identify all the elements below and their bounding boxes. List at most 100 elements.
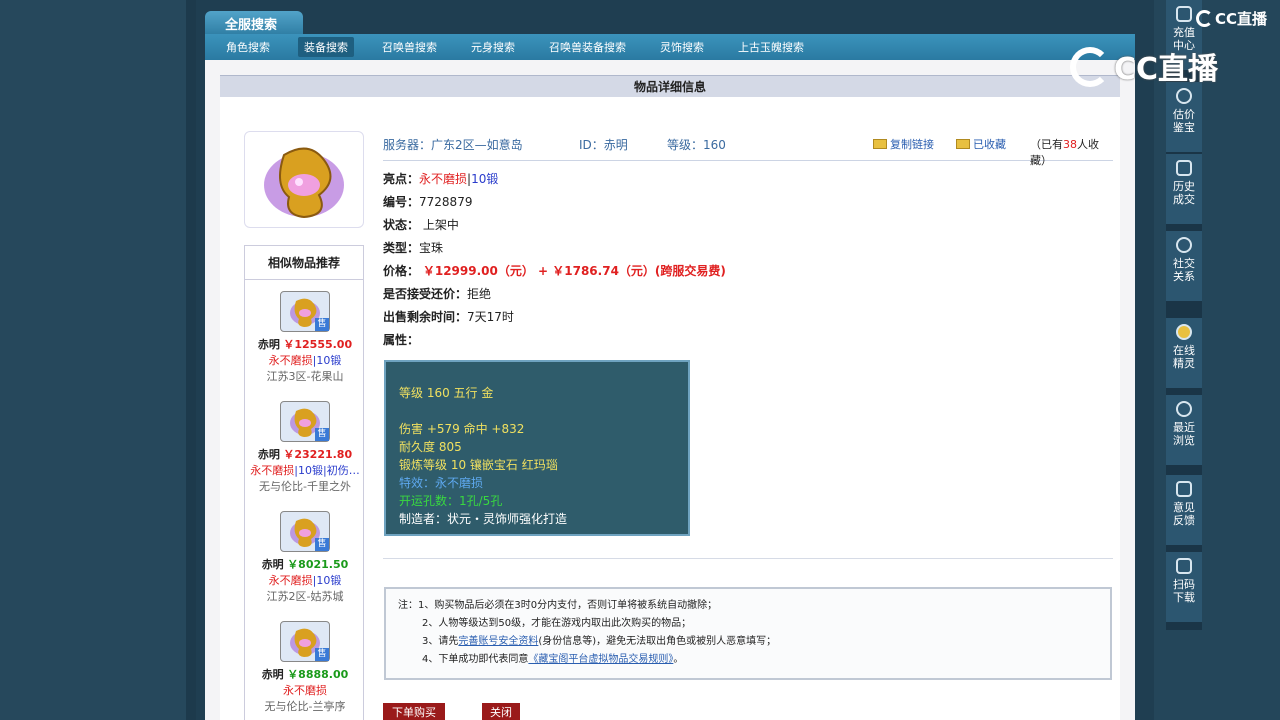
close-button[interactable]: 关闭 <box>482 703 520 720</box>
highlight-tag: 永不磨损 <box>419 172 468 186</box>
item-tag: |10锻 <box>312 354 342 367</box>
folder-icon <box>956 139 970 149</box>
number-value: 7728879 <box>419 195 473 209</box>
counter-offer-value: 拒绝 <box>467 287 492 301</box>
counter-offer-row: 是否接受还价：拒绝 <box>383 287 492 301</box>
similar-item[interactable]: 售 赤明 ￥8021.50 永不磨损|10锻 江苏2区-姑苏城 <box>245 511 365 604</box>
nav-ornament-search[interactable]: 灵饰搜索 <box>654 37 710 57</box>
note-3: 3、请先完善账号安全资料(身份信息等)，避免无法取出角色或被别人恶意填写； <box>422 636 777 647</box>
item-server: 江苏3区-花果山 <box>266 370 344 383</box>
attr-line: 制造者：状元・灵饰师强化打造 <box>399 512 568 526</box>
item-info: 亮点：永不磨损|10锻 编号：7728879 状态： 上架中 类型：宝珠 价格：… <box>383 168 1113 352</box>
qrcode-icon <box>1176 558 1192 574</box>
cc-logo-icon <box>1070 47 1110 87</box>
copy-link-label: 复制链接 <box>890 138 934 151</box>
detail-title: 物品详细信息 <box>220 75 1120 97</box>
sidebar-item-sprite[interactable]: 在线 精灵 <box>1166 318 1202 390</box>
item-thumb[interactable]: 售 <box>280 401 330 442</box>
item-server: 无与伦比-兰亭序 <box>264 700 346 713</box>
item-tag: 永不磨损 <box>283 684 327 697</box>
shield-icon <box>1176 160 1192 176</box>
account-security-link[interactable]: 完善账号安全资料 <box>458 636 538 647</box>
number-row: 编号：7728879 <box>383 195 473 209</box>
id-label: ID： <box>579 138 604 152</box>
nav-equip-search[interactable]: 装备搜索 <box>298 37 354 57</box>
sidebar-item-appraise[interactable]: 估价 鉴宝 <box>1166 82 1202 154</box>
item-thumb[interactable]: 售 <box>280 621 330 662</box>
sold-badge: 售 <box>315 428 329 441</box>
item-thumb[interactable]: 售 <box>280 511 330 552</box>
item-tag: 永不磨损 <box>268 574 313 587</box>
main-panel: 物品详细信息 相似物品推荐 售 赤明 ￥12555.00 永不磨损|10锻 江苏… <box>205 60 1135 720</box>
divider <box>383 558 1113 559</box>
attr-line: 伤害 +579 命中 +832 <box>399 422 525 436</box>
watermark-small: CC直播 <box>1196 8 1267 29</box>
similar-item[interactable]: 售 赤明 ￥12555.00 永不磨损|10锻 江苏3区-花果山 <box>245 291 365 384</box>
similar-title: 相似物品推荐 <box>245 246 363 280</box>
tab-global-search[interactable]: 全服搜索 <box>205 11 303 35</box>
note-1: 注：1、购买物品后必须在3时0分内支付，否则订单将被系统自动撤除； <box>398 600 718 611</box>
sidebar-item-social[interactable]: 社交 关系 <box>1166 231 1202 303</box>
server-label: 服务器： <box>383 138 432 152</box>
item-tag: 永不磨损 <box>268 354 313 367</box>
sidebar-item-recent[interactable]: 最近 浏览 <box>1166 395 1202 467</box>
favorite-button[interactable]: 已收藏 <box>956 136 1006 152</box>
sidebar-item-download[interactable]: 扫码 下载 <box>1166 552 1202 624</box>
nav-role-search[interactable]: 角色搜索 <box>220 37 276 57</box>
nav-pet-search[interactable]: 召唤兽搜索 <box>376 37 443 57</box>
status-row: 状态： 上架中 <box>383 218 459 232</box>
status-value: 上架中 <box>422 218 459 232</box>
highlight-row: 亮点：永不磨损|10锻 <box>383 172 499 186</box>
level-value: 160 <box>703 138 726 152</box>
attr-line: 等级 160 五行 金 <box>399 386 494 400</box>
level-label: 等级： <box>667 138 704 152</box>
remaining-time-row: 出售剩余时间：7天17时 <box>383 310 514 324</box>
item-tag: 永不磨损 <box>250 464 295 477</box>
item-header: 服务器：广东2区—如意岛 ID：赤明 等级：160 复制链接 已收藏 （已有38… <box>383 133 1113 167</box>
detail-panel: 物品详细信息 相似物品推荐 售 赤明 ￥12555.00 永不磨损|10锻 江苏… <box>220 75 1120 720</box>
edit-icon <box>1176 481 1192 497</box>
attr-line: 开运孔数：1孔/5孔 <box>399 494 503 508</box>
price-row: 价格： ￥12999.00（元） + ￥1786.74（元）(跨服交易费) <box>383 264 726 278</box>
item-price: ￥12555.00 <box>283 338 353 351</box>
chat-icon <box>1176 88 1192 104</box>
nav-body-search[interactable]: 元身搜索 <box>465 37 521 57</box>
nav-jade-search[interactable]: 上古玉魄搜索 <box>732 37 810 57</box>
sidebar-item-feedback[interactable]: 意见 反馈 <box>1166 475 1202 547</box>
watermark-large: CC直播 <box>1070 44 1218 88</box>
seller-name: 赤明 <box>257 448 280 461</box>
wallet-icon <box>1176 6 1192 22</box>
server-value: 广东2区—如意岛 <box>431 138 523 152</box>
search-nav: 角色搜索 装备搜索 召唤兽搜索 元身搜索 召唤兽装备搜索 灵饰搜索 上古玉魄搜索 <box>205 34 1135 60</box>
seller-name: 赤明 <box>261 668 284 681</box>
sidebar-item-history[interactable]: 历史 成交 <box>1166 154 1202 226</box>
purchase-notes: 注：1、购买物品后必须在3时0分内支付，否则订单将被系统自动撤除； 2、人物等级… <box>384 587 1112 680</box>
note-4: 4、下单成功即代表同意《藏宝阁平台虚拟物品交易规则》。 <box>422 654 684 665</box>
copy-link-button[interactable]: 复制链接 <box>873 136 934 152</box>
similar-item[interactable]: 售 赤明 ￥8888.00 永不磨损 无与伦比-兰亭序 <box>245 621 365 714</box>
favorite-count: （已有38人收藏） <box>1030 138 1099 167</box>
sprite-avatar-icon <box>1176 324 1192 340</box>
similar-items: 相似物品推荐 售 赤明 ￥12555.00 永不磨损|10锻 江苏3区-花果山 … <box>244 245 364 720</box>
trade-rules-link[interactable]: 《藏宝阁平台虚拟物品交易规则》 <box>528 654 673 665</box>
sold-badge: 售 <box>315 648 329 661</box>
id-value: 赤明 <box>603 138 628 152</box>
attr-line: 耐久度 805 <box>399 440 462 454</box>
left-background-edge <box>186 0 196 720</box>
nav-pet-equip-search[interactable]: 召唤兽装备搜索 <box>543 37 632 57</box>
cc-logo-icon <box>1196 10 1213 27</box>
attributes-box: 等级 160 五行 金 伤害 +579 命中 +832 耐久度 805 锻炼等级… <box>384 360 690 536</box>
attr-line: 特效：永不磨损 <box>399 476 484 490</box>
item-thumb[interactable]: 售 <box>280 291 330 332</box>
item-server: 无与伦比-千里之外 <box>259 480 351 493</box>
folder-icon <box>873 139 887 149</box>
item-tag: |初伤… <box>322 464 360 477</box>
favorite-label: 已收藏 <box>973 138 1006 151</box>
similar-item[interactable]: 售 赤明 ￥23221.80 永不磨损|10锻|初伤… 无与伦比-千里之外 <box>245 401 365 494</box>
item-server: 江苏2区-姑苏城 <box>266 590 344 603</box>
note-2: 2、人物等级达到50级，才能在游戏内取出此次购买的物品； <box>422 618 692 629</box>
attributes-row: 属性： <box>383 333 420 347</box>
buy-button[interactable]: 下单购买 <box>383 703 445 720</box>
item-image <box>244 131 364 228</box>
users-icon <box>1176 237 1192 253</box>
